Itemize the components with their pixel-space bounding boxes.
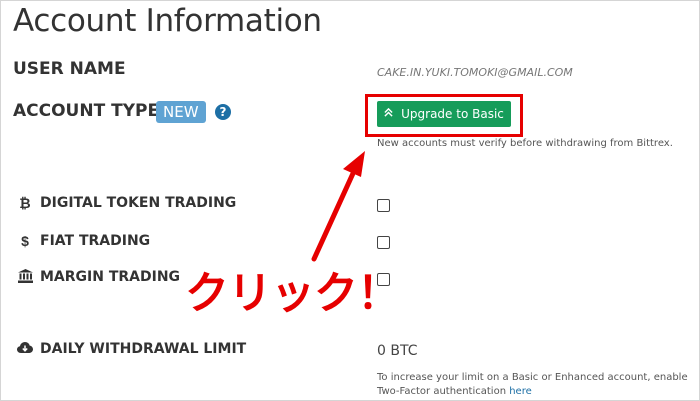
account-type-label: ACCOUNT TYPE xyxy=(13,101,160,121)
account-type-badge: NEW xyxy=(156,101,206,123)
bitcoin-icon: ₿ xyxy=(19,195,31,211)
daily-withdrawal-limit-label: DAILY WITHDRAWAL LIMIT xyxy=(40,341,247,357)
two-factor-here-link[interactable]: here xyxy=(509,386,532,397)
fiat-trading-checkbox[interactable] xyxy=(377,236,390,249)
withdrawal-limit-note: To increase your limit on a Basic or Enh… xyxy=(377,371,695,399)
double-chevron-up-icon xyxy=(384,107,393,120)
user-name-label: USER NAME xyxy=(13,59,126,79)
cloud-download-icon xyxy=(17,341,33,357)
digital-token-trading-label: DIGITAL TOKEN TRADING xyxy=(40,195,237,211)
upgrade-button-label: Upgrade to Basic xyxy=(401,107,504,121)
withdrawal-limit-note-text: To increase your limit on a Basic or Enh… xyxy=(377,372,688,397)
verify-note: New accounts must verify before withdraw… xyxy=(377,138,673,149)
fiat-trading-label: FIAT TRADING xyxy=(40,233,151,249)
help-icon[interactable]: ? xyxy=(215,104,231,120)
user-email-value: CAKE.IN.YUKI.TOMOKI@GMAIL.COM xyxy=(377,66,573,79)
click-annotation-text: クリック！ xyxy=(185,268,401,319)
account-panel: Account Information USER NAME CAKE.IN.YU… xyxy=(0,0,700,401)
upgrade-to-basic-button[interactable]: Upgrade to Basic xyxy=(377,101,511,127)
digital-token-trading-checkbox[interactable] xyxy=(377,199,390,212)
bank-icon xyxy=(17,269,33,286)
dollar-icon: $ xyxy=(21,233,29,249)
margin-trading-label: MARGIN TRADING xyxy=(40,269,181,285)
page-title: Account Information xyxy=(13,3,322,39)
daily-withdrawal-limit-value: 0 BTC xyxy=(377,343,418,359)
